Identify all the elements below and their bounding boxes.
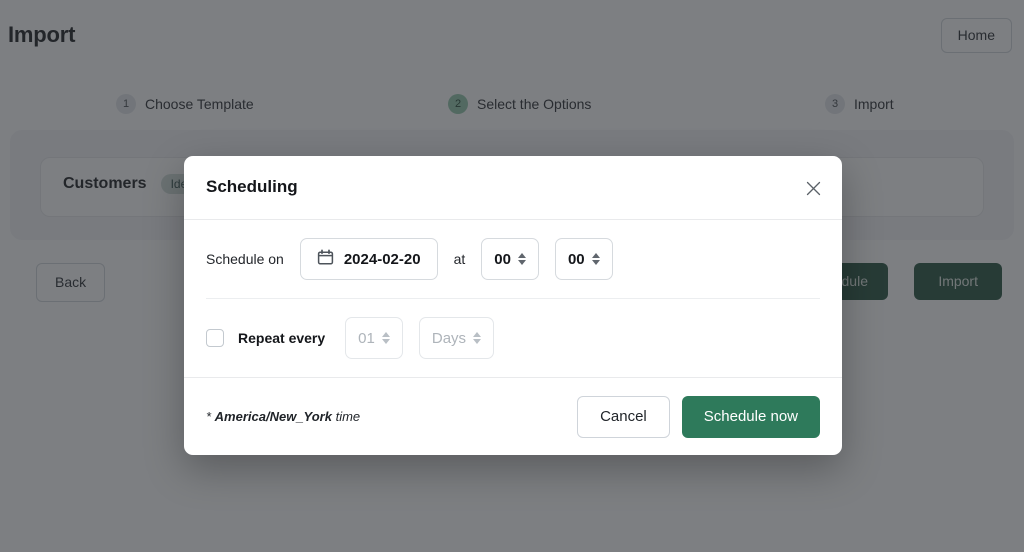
calendar-icon: [317, 249, 334, 270]
cancel-button[interactable]: Cancel: [577, 395, 670, 438]
close-icon[interactable]: [802, 177, 824, 199]
at-label: at: [453, 251, 466, 267]
repeat-unit-value: Days: [431, 329, 467, 347]
modal-body: Schedule on 2024-02-20 at 00 00 Repeat e…: [184, 220, 842, 377]
schedule-on-row: Schedule on 2024-02-20 at 00 00: [184, 220, 842, 298]
repeat-count-value: 01: [358, 329, 375, 347]
schedule-on-label: Schedule on: [206, 251, 284, 267]
repeat-label: Repeat every: [238, 330, 326, 346]
schedule-now-button[interactable]: Schedule now: [681, 395, 820, 438]
minute-value: 00: [567, 250, 585, 268]
stepper-arrows-icon: [381, 332, 390, 344]
repeat-unit-stepper[interactable]: Days: [418, 317, 495, 359]
timezone-note: * America/New_York time: [206, 409, 360, 424]
modal-footer: * America/New_York time Cancel Schedule …: [184, 377, 842, 455]
minute-stepper[interactable]: 00: [554, 238, 613, 280]
repeat-checkbox[interactable]: [206, 329, 224, 347]
schedule-date-value: 2024-02-20: [343, 250, 421, 268]
hour-stepper[interactable]: 00: [481, 238, 539, 280]
modal-title: Scheduling: [206, 177, 298, 196]
repeat-row: Repeat every 01 Days: [184, 299, 842, 377]
timezone-suffix: time: [331, 409, 361, 424]
timezone-name: America/New_York: [214, 409, 332, 424]
stepper-arrows-icon: [517, 253, 526, 265]
repeat-count-stepper[interactable]: 01: [345, 317, 403, 359]
stepper-arrows-icon: [473, 332, 482, 344]
stepper-arrows-icon: [591, 253, 600, 265]
modal-header: Scheduling: [184, 156, 842, 220]
schedule-date-input[interactable]: 2024-02-20: [299, 238, 438, 280]
app-root: Import Home 1 Choose Template 2 Select t…: [0, 0, 1024, 552]
timezone-prefix: *: [206, 409, 215, 424]
scheduling-modal: Scheduling Schedule on 2024-02-20 at 00 …: [184, 156, 842, 455]
hour-value: 00: [494, 250, 511, 268]
